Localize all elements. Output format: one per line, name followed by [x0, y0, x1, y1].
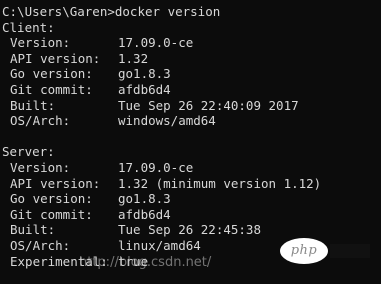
client-row-go-version: Go version: go1.8.3: [2, 66, 381, 82]
row-value: go1.8.3: [118, 191, 171, 207]
server-row-api-version: API version: 1.32 (minimum version 1.12): [2, 176, 381, 192]
row-key: Version:: [10, 159, 71, 175]
server-row-os-arch: OS/Arch: linux/amd64: [2, 238, 381, 254]
row-key: API version:: [10, 175, 101, 191]
client-row-built: Built: Tue Sep 26 22:40:09 2017: [2, 98, 381, 114]
row-key: Go version:: [10, 66, 93, 82]
row-value: true: [118, 253, 149, 269]
row-value: linux/amd64: [118, 237, 201, 253]
row-value: Tue Sep 26 22:40:09 2017: [118, 97, 299, 113]
server-row-go-version: Go version: go1.8.3: [2, 191, 381, 207]
server-row-experimental: Experimental: true: [2, 254, 381, 270]
row-value: 17.09.0-ce: [118, 35, 194, 51]
client-row-api-version: API version: 1.32: [2, 51, 381, 67]
row-key: Git commit:: [10, 206, 93, 222]
row-key: Git commit:: [10, 81, 93, 97]
server-row-git-commit: Git commit: afdb6d4: [2, 207, 381, 223]
client-row-version: Version: 17.09.0-ce: [2, 35, 381, 51]
row-key: OS/Arch:: [10, 113, 71, 129]
server-row-built: Built: Tue Sep 26 22:45:38: [2, 222, 381, 238]
server-row-version: Version: 17.09.0-ce: [2, 160, 381, 176]
row-value: go1.8.3: [118, 66, 171, 82]
client-row-git-commit: Git commit: afdb6d4: [2, 82, 381, 98]
row-value: 17.09.0-ce: [118, 159, 194, 175]
server-header: Server:: [2, 144, 55, 160]
row-key: Experimental:: [10, 253, 108, 269]
row-key: Built:: [10, 97, 56, 113]
row-value: windows/amd64: [118, 113, 216, 129]
row-value: 1.32: [118, 50, 149, 66]
client-header: Client:: [2, 19, 55, 35]
row-value: afdb6d4: [118, 206, 171, 222]
row-key: API version:: [10, 50, 101, 66]
row-key: OS/Arch:: [10, 237, 71, 253]
row-value: 1.32 (minimum version 1.12): [118, 175, 322, 191]
row-key: Go version:: [10, 191, 93, 207]
client-row-os-arch: OS/Arch: windows/amd64: [2, 113, 381, 129]
row-key: Built:: [10, 222, 56, 238]
row-value: afdb6d4: [118, 81, 171, 97]
terminal-window[interactable]: C:\Users\Garen>docker version Client: Ve…: [0, 0, 381, 284]
row-value: Tue Sep 26 22:45:38: [118, 222, 261, 238]
row-key: Version:: [10, 35, 71, 51]
command-prompt: C:\Users\Garen>docker version: [2, 4, 221, 19]
